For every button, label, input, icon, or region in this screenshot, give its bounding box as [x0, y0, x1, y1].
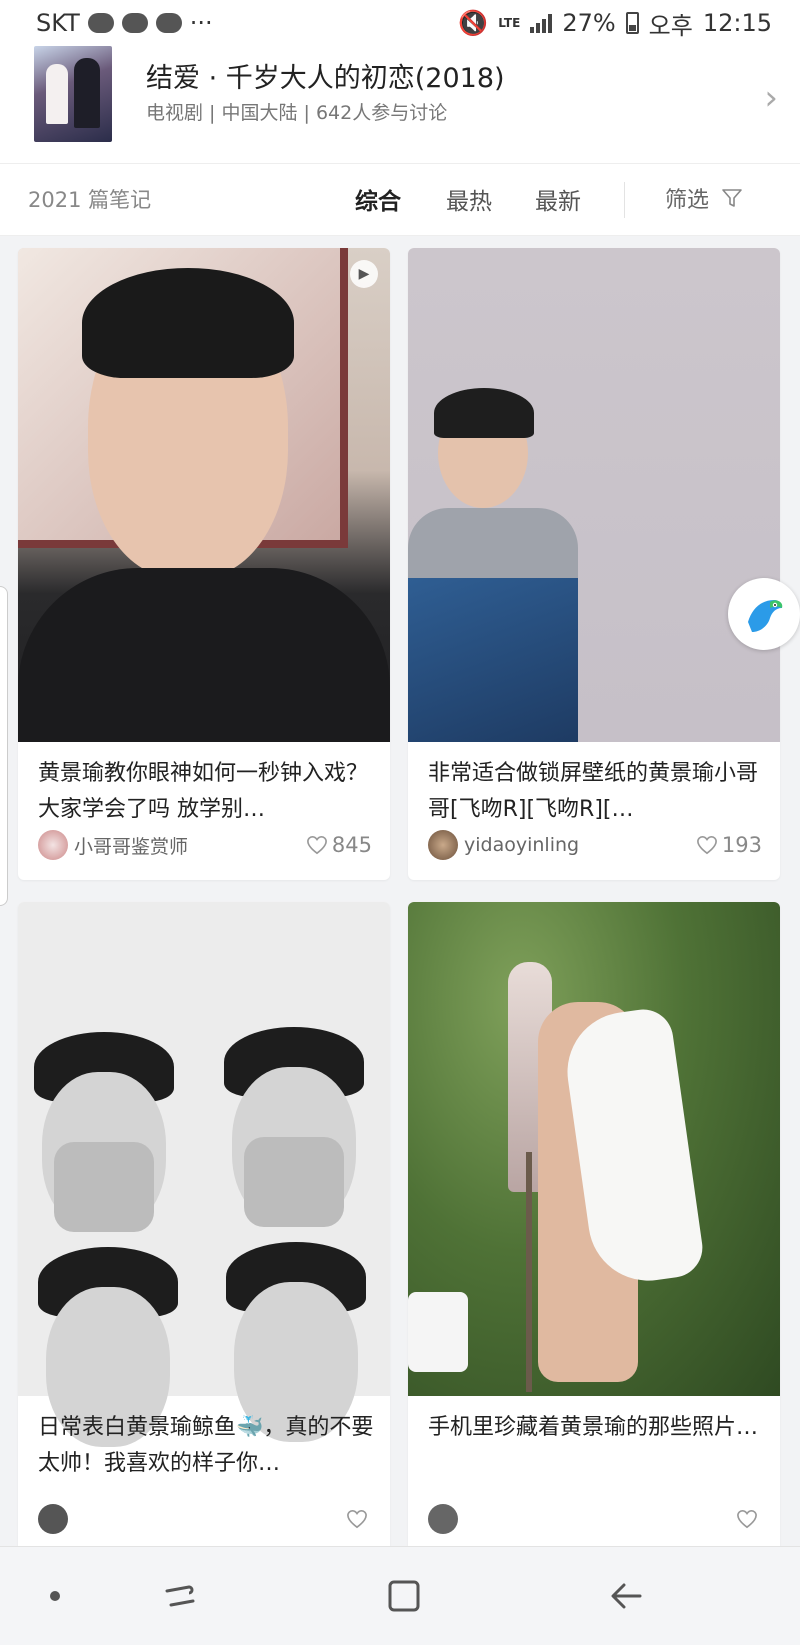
home-icon[interactable]	[387, 1579, 421, 1613]
poster-figure-groom	[74, 58, 100, 128]
more-notifications-icon: ···	[189, 9, 213, 37]
heart-icon	[737, 1509, 757, 1529]
topic-title: 结爱 · 千岁大人的初恋(2018)	[146, 63, 505, 94]
poster-thumbnail[interactable]	[34, 46, 112, 142]
like-count[interactable]: 193	[696, 833, 762, 857]
wechat-icon-2	[121, 13, 148, 33]
ampm-label: 오후	[648, 11, 693, 40]
battery-percent: 27%	[562, 9, 616, 37]
system-nav-bar	[0, 1546, 800, 1645]
author-avatar[interactable]	[38, 830, 68, 860]
author-name[interactable]: 小哥哥鉴赏师	[74, 832, 188, 859]
like-number: 193	[721, 833, 762, 857]
note-meta	[38, 1502, 372, 1536]
floating-assistant-button[interactable]	[728, 578, 800, 650]
filter-bar: 2021 篇笔记 综合 最热 最新 筛选	[0, 164, 800, 236]
battery-icon	[625, 12, 639, 34]
clock: 12:15	[702, 9, 772, 37]
status-right: 🔇 LTE 27% 오후 12:15	[458, 6, 772, 41]
talk-icon	[155, 13, 182, 33]
wechat-icon	[87, 13, 114, 33]
like-number: 845	[331, 833, 372, 857]
lte-label: LTE	[498, 16, 521, 30]
note-cover-image[interactable]	[18, 902, 390, 1447]
note-meta: 小哥哥鉴赏师 845	[38, 828, 372, 862]
topic-header[interactable]: 结爱 · 千岁大人的初恋(2018) 电视剧 | 中国大陆 | 642人参与讨论…	[0, 46, 800, 164]
note-meta: yidaoyinling 193	[428, 828, 762, 862]
note-title[interactable]: 非常适合做锁屏壁纸的黄景瑜小哥哥[飞吻R][飞吻R][…	[428, 756, 764, 828]
umbrella-pole	[526, 1152, 532, 1392]
person-hair	[434, 388, 534, 438]
person-hair	[82, 268, 294, 378]
mute-icon: 🔇	[458, 9, 489, 37]
note-card[interactable]: 非常适合做锁屏壁纸的黄景瑜小哥哥[飞吻R][飞吻R][… yidaoyinlin…	[408, 248, 780, 880]
author-avatar[interactable]	[428, 1504, 458, 1534]
author-avatar[interactable]	[38, 1504, 68, 1534]
like-count[interactable]: 845	[306, 833, 372, 857]
signal-icon	[530, 13, 553, 33]
divider	[624, 182, 625, 218]
note-cover-image[interactable]: ▶	[18, 248, 390, 742]
garden-chair	[408, 1292, 468, 1372]
filter-label: 筛选	[665, 188, 710, 213]
tab-comprehensive[interactable]: 综合	[355, 182, 401, 216]
funnel-icon	[721, 187, 743, 209]
author-avatar[interactable]	[428, 830, 458, 860]
video-play-icon: ▶	[350, 260, 378, 288]
dot-icon[interactable]	[50, 1591, 60, 1601]
recent-apps-icon[interactable]	[163, 1581, 197, 1611]
author-name[interactable]: yidaoyinling	[464, 834, 579, 856]
heart-icon	[306, 835, 327, 855]
portrait-1	[24, 1032, 184, 1242]
status-bar: SKT ··· 🔇 LTE 27% 오후 12:15	[0, 0, 800, 46]
filter-button[interactable]: 筛选	[665, 182, 743, 214]
chevron-right-icon[interactable]: ›	[764, 78, 778, 118]
back-icon[interactable]	[608, 1579, 644, 1613]
heart-icon	[696, 835, 717, 855]
note-cover-image[interactable]	[408, 248, 780, 742]
note-title[interactable]: 日常表白黄景瑜鲸鱼🐳，真的不要太帅！我喜欢的样子你…	[38, 1410, 374, 1482]
status-left: SKT ···	[36, 9, 213, 37]
notes-feed[interactable]: ▶ 黄景瑜教你眼神如何一秒钟入戏？ 大家学会了吗 放学别… 小哥哥鉴赏师 845…	[0, 236, 800, 1552]
tab-newest[interactable]: 最新	[535, 182, 581, 216]
parrot-icon	[748, 600, 783, 632]
heart-icon	[347, 1509, 367, 1529]
like-count[interactable]	[346, 1509, 372, 1529]
person-shirt	[18, 568, 390, 742]
denim-jacket	[408, 578, 578, 742]
note-card[interactable]: ▶ 黄景瑜教你眼神如何一秒钟入戏？ 大家学会了吗 放学别… 小哥哥鉴赏师 845	[18, 248, 390, 880]
like-count[interactable]	[736, 1509, 762, 1529]
note-card[interactable]: 手机里珍藏着黄景瑜的那些照片…	[408, 902, 780, 1552]
note-cover-image[interactable]	[408, 902, 780, 1396]
tab-hottest[interactable]: 最热	[446, 182, 492, 216]
note-title[interactable]: 黄景瑜教你眼神如何一秒钟入戏？ 大家学会了吗 放学别…	[38, 756, 374, 828]
poster-figure-bride	[46, 64, 68, 124]
edge-panel-handle[interactable]	[0, 586, 8, 906]
carrier-label: SKT	[36, 9, 80, 37]
note-count: 2021 篇笔记	[28, 188, 152, 212]
topic-subtitle: 电视剧 | 中国大陆 | 642人参与讨论	[146, 102, 448, 124]
note-title[interactable]: 手机里珍藏着黄景瑜的那些照片…	[428, 1410, 764, 1446]
note-meta	[428, 1502, 762, 1536]
note-card[interactable]: 日常表白黄景瑜鲸鱼🐳，真的不要太帅！我喜欢的样子你…	[18, 902, 390, 1552]
portrait-2	[214, 1027, 374, 1237]
